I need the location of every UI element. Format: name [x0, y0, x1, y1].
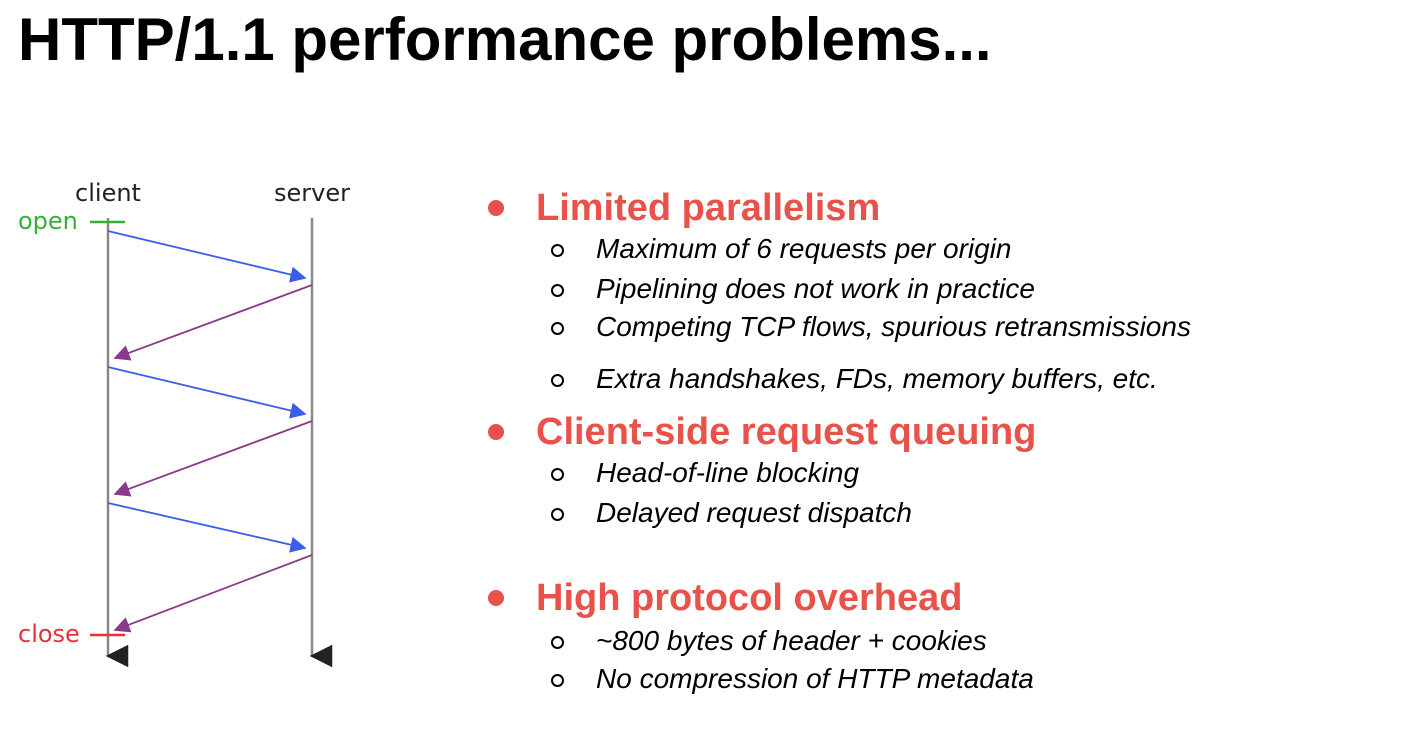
list-item-text: No compression of HTTP metadata [596, 663, 1034, 694]
sub-bullet-circle [551, 468, 564, 481]
slide-title: HTTP/1.1 performance problems... [18, 6, 992, 73]
list-item-text: Extra handshakes, FDs, memory buffers, e… [596, 363, 1158, 394]
list-item-text: Pipelining does not work in practice [596, 273, 1035, 304]
list-item-text: Head-of-line blocking [596, 457, 860, 488]
list-item-text: Maximum of 6 requests per origin [596, 233, 1012, 264]
sub-bullet-circle [551, 674, 564, 687]
bullet-dot [488, 590, 504, 606]
bullet-heading-text: High protocol overhead [536, 577, 963, 619]
bullet-heading-text: Client-side request queuing [536, 411, 1037, 453]
server-label: server [274, 179, 350, 207]
sub-bullet-circle [551, 636, 564, 649]
request-arrow-3 [107, 502, 307, 553]
response-arrow-1 [113, 284, 313, 361]
response-arrow-3 [113, 554, 313, 633]
request-arrow-2 [107, 366, 307, 419]
sub-bullet-circle [551, 374, 564, 387]
sub-bullet-circle [551, 244, 564, 257]
request-arrow-1 [107, 230, 307, 283]
bullet-dot [488, 424, 504, 440]
sub-bullet-circle [551, 322, 564, 335]
open-label: open [18, 207, 78, 235]
list-item-text: Competing TCP flows, spurious retransmis… [596, 311, 1191, 342]
response-arrow-2 [113, 420, 313, 497]
list-item-text: ~800 bytes of header + cookies [596, 625, 987, 656]
list-item-text: Delayed request dispatch [596, 497, 912, 528]
close-label: close [18, 620, 80, 648]
http-sequence-diagram: client server open close [18, 179, 350, 668]
client-label: client [75, 179, 141, 207]
sub-bullet-circle [551, 284, 564, 297]
bullet-dot [488, 200, 504, 216]
bullet-heading-text: Limited parallelism [536, 187, 881, 229]
sub-bullet-circle [551, 508, 564, 521]
